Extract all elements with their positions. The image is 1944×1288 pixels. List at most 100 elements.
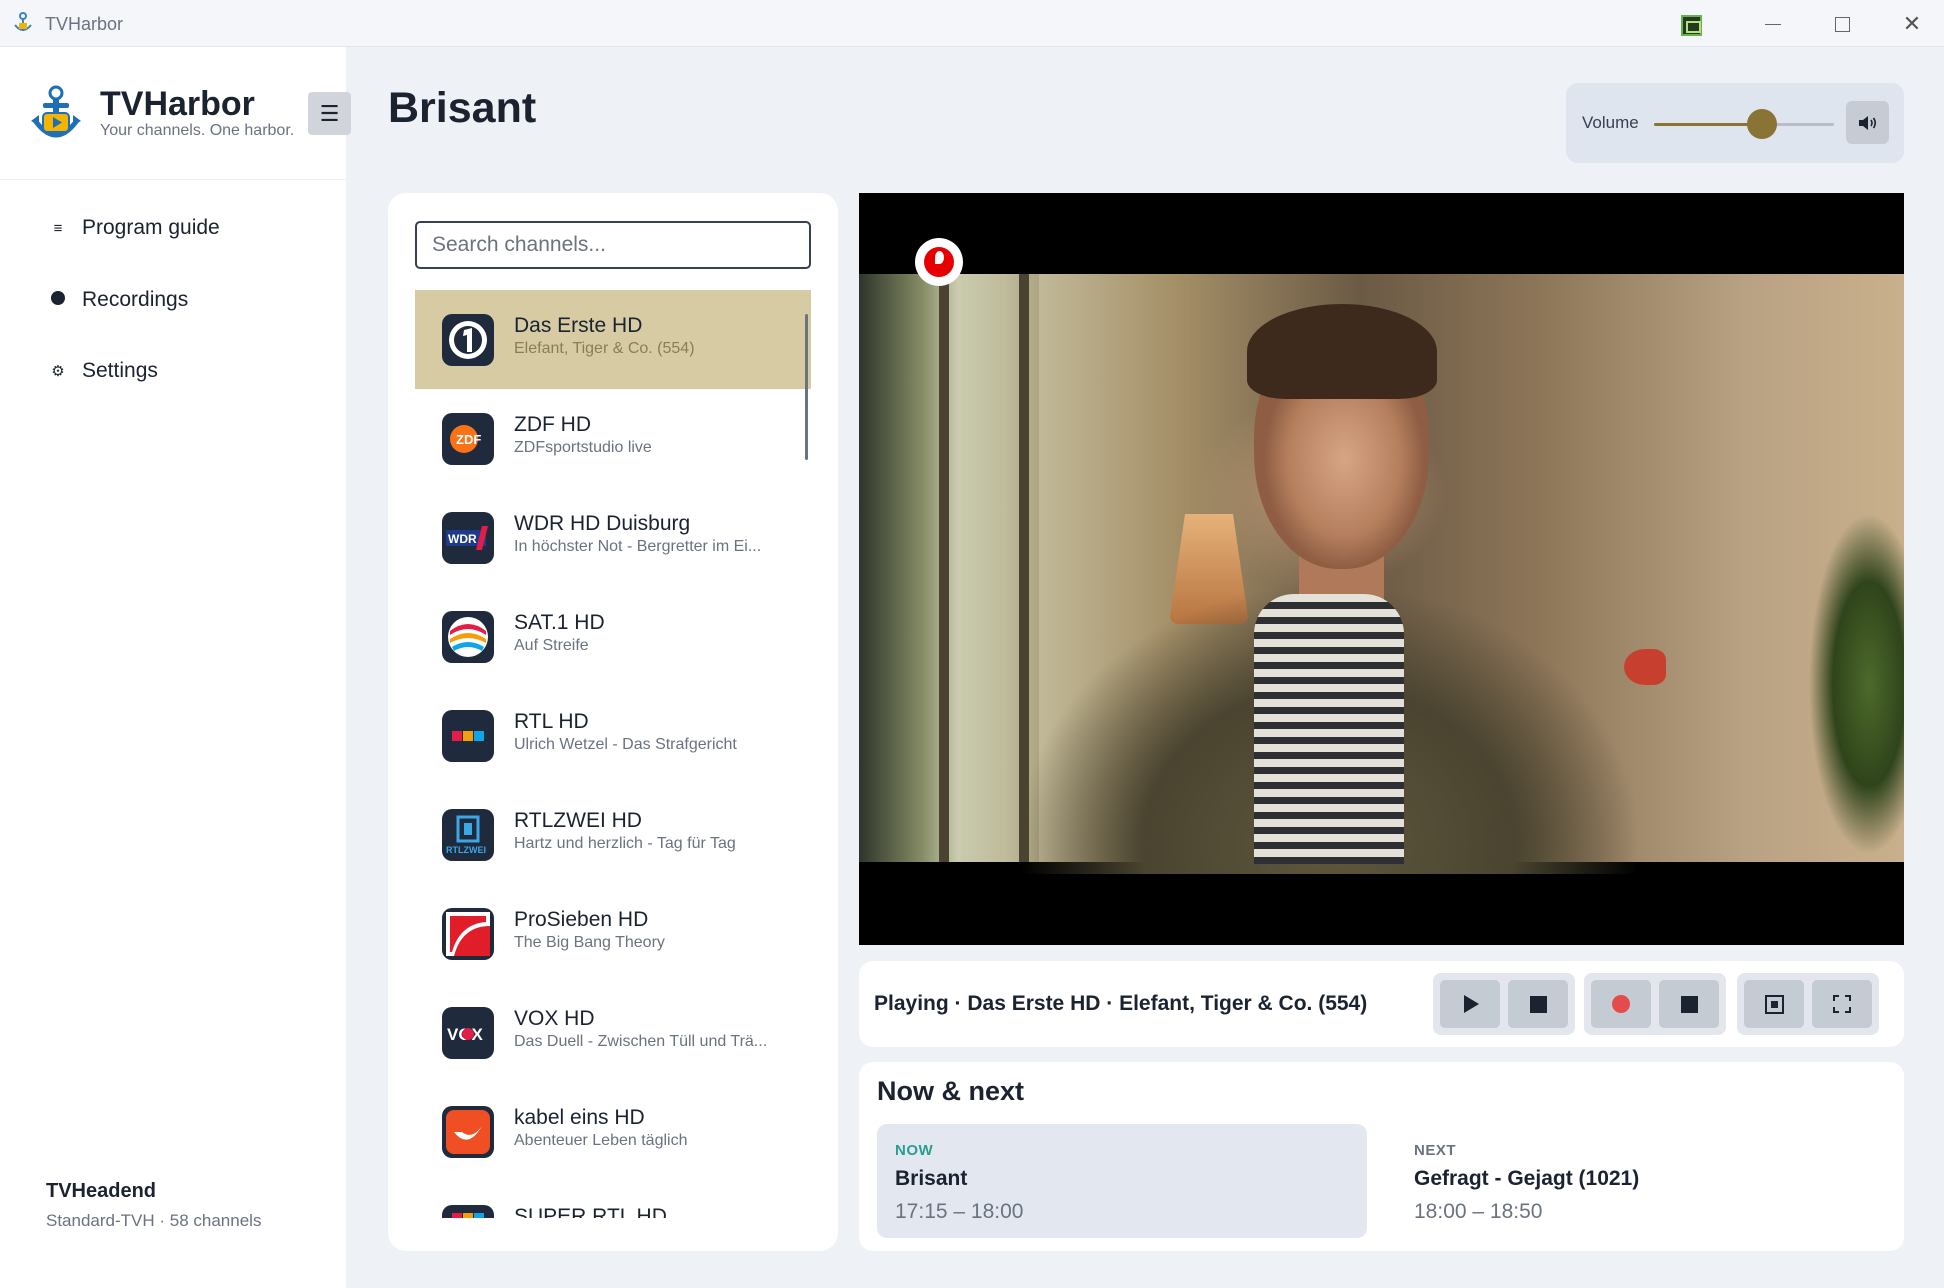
nav-item-recordings[interactable]: Recordings xyxy=(0,272,346,328)
channel-row[interactable]: SAT.1 HD Auf Streife xyxy=(415,587,811,686)
mute-button[interactable] xyxy=(1846,101,1889,144)
picture-in-picture-button[interactable] xyxy=(1744,980,1804,1028)
channel-name: SAT.1 HD xyxy=(514,611,605,634)
speaker-icon xyxy=(1858,115,1876,130)
channel-program: Ulrich Wetzel - Das Strafgericht xyxy=(514,736,737,753)
volume-control: Volume xyxy=(1566,83,1904,163)
nav-item-program-guide[interactable]: ≡ Program guide xyxy=(0,200,346,256)
nav-label-program-guide: Program guide xyxy=(82,216,220,239)
volume-label: Volume xyxy=(1582,113,1639,132)
title-bar: TVHarbor ✕ xyxy=(0,0,1944,47)
channel-list-scrollbar[interactable] xyxy=(805,314,808,460)
picture-in-picture-icon xyxy=(1764,994,1784,1014)
monitor-tray-icon[interactable] xyxy=(1681,15,1702,36)
prosieben-logo-icon xyxy=(442,908,494,960)
now-show-time: 17:15 – 18:00 xyxy=(895,1200,1024,1223)
nav-label-recordings: Recordings xyxy=(82,288,189,311)
now-tag: NOW xyxy=(895,1142,934,1159)
stop-recording-button[interactable] xyxy=(1659,980,1719,1028)
recording-controls xyxy=(1584,973,1726,1035)
channel-name: RTLZWEI HD xyxy=(514,809,642,832)
playback-controls xyxy=(1433,973,1575,1035)
window-title: TVHarbor xyxy=(45,14,124,34)
channel-panel: Das Erste HD Elefant, Tiger & Co. (554) ZD… xyxy=(388,193,838,1251)
maximize-button[interactable] xyxy=(1812,8,1872,40)
record-button[interactable] xyxy=(1591,980,1651,1028)
channel-program: Abenteuer Leben täglich xyxy=(514,1132,688,1149)
svg-text:RTLZWEI: RTLZWEI xyxy=(446,845,486,855)
playing-status: Playing · Das Erste HD · Elefant, Tiger … xyxy=(874,992,1368,1015)
brand-name: TVHarbor xyxy=(100,85,255,123)
now-next-panel: Now & next NOW Brisant 17:15 – 18:00 NEX… xyxy=(859,1062,1904,1251)
channel-row[interactable]: RTL HD Ulrich Wetzel - Das Strafgericht xyxy=(415,686,811,785)
volume-slider-thumb[interactable] xyxy=(1747,109,1777,139)
gear-icon: ⚙ xyxy=(51,363,65,380)
channel-list: Das Erste HD Elefant, Tiger & Co. (554) ZD… xyxy=(415,290,811,1218)
brand-tagline: Your channels. One harbor. xyxy=(100,122,295,139)
maximize-icon xyxy=(1834,16,1850,32)
record-dot-icon xyxy=(48,291,68,309)
channel-row[interactable]: ProSieben HD The Big Bang Theory xyxy=(415,884,811,983)
channel-program: Das Duell - Zwischen Tüll und Trä... xyxy=(514,1033,768,1050)
channel-row[interactable]: kabel eins HD Abenteuer Leben täglich xyxy=(415,1082,811,1181)
server-info: Standard-TVH · 58 channels xyxy=(46,1211,262,1230)
play-icon xyxy=(1464,995,1479,1013)
stop-recording-icon xyxy=(1680,995,1698,1013)
nav-item-settings[interactable]: ⚙ Settings xyxy=(0,343,346,399)
now-next-title: Now & next xyxy=(877,1076,1025,1106)
channel-row[interactable]: SUPER RTL HD xyxy=(415,1181,811,1218)
next-tag: NEXT xyxy=(1414,1142,1457,1159)
next-card: NEXT Gefragt - Gejagt (1021) 18:00 – 18:… xyxy=(1396,1124,1886,1238)
menu-toggle-button[interactable]: ☰ xyxy=(308,92,351,135)
minimize-icon xyxy=(1765,23,1781,25)
logo-text: ZDF xyxy=(456,432,481,447)
view-controls xyxy=(1737,973,1879,1035)
now-card: NOW Brisant 17:15 – 18:00 xyxy=(877,1124,1367,1238)
rtlzwei-logo-icon: RTLZWEI xyxy=(442,809,494,861)
channel-name: ProSieben HD xyxy=(514,908,649,931)
broadcaster-logo-icon xyxy=(915,238,963,286)
nav-label-settings: Settings xyxy=(82,359,158,382)
channel-program: Elefant, Tiger & Co. (554) xyxy=(514,340,695,357)
channel-row[interactable]: Das Erste HD Elefant, Tiger & Co. (554) xyxy=(415,290,811,389)
next-show-title: Gefragt - Gejagt (1021) xyxy=(1414,1167,1640,1190)
search-input[interactable] xyxy=(415,221,811,269)
volume-fill xyxy=(1654,123,1762,126)
rtl-logo-icon xyxy=(442,710,494,762)
channel-program: Hartz und herzlich - Tag für Tag xyxy=(514,835,736,852)
svg-text:WDR: WDR xyxy=(448,532,477,546)
close-icon: ✕ xyxy=(1902,11,1922,36)
channel-row[interactable]: RTLZWEI RTLZWEI HD Hartz und herzlich - Ta… xyxy=(415,785,811,884)
playback-bar: Playing · Das Erste HD · Elefant, Tiger … xyxy=(859,961,1904,1047)
play-button[interactable] xyxy=(1440,980,1500,1028)
stop-button[interactable] xyxy=(1508,980,1568,1028)
channel-program: Auf Streife xyxy=(514,637,589,654)
video-player[interactable] xyxy=(859,193,1904,945)
channel-name: RTL HD xyxy=(514,710,589,733)
server-name: TVHeadend xyxy=(46,1180,157,1202)
wdr-logo-icon: WDR xyxy=(442,512,494,564)
channel-row[interactable]: ZDF ZDF HD ZDFsportstudio live xyxy=(415,389,811,488)
video-frame xyxy=(859,274,1904,874)
vox-logo-icon: VOX xyxy=(442,1007,494,1059)
sat1-logo-icon xyxy=(442,611,494,663)
channel-row[interactable]: WDR WDR HD Duisburg In höchster Not - Berg… xyxy=(415,488,811,587)
fullscreen-button[interactable] xyxy=(1812,980,1872,1028)
minimize-button[interactable] xyxy=(1743,8,1803,40)
now-show-title: Brisant xyxy=(895,1167,968,1190)
close-button[interactable]: ✕ xyxy=(1882,8,1942,40)
channel-row[interactable]: VOX VOX HD Das Duell - Zwischen Tüll und T… xyxy=(415,983,811,1082)
das-erste-logo-icon xyxy=(442,314,494,366)
sidebar-divider xyxy=(0,179,346,180)
channel-program: The Big Bang Theory xyxy=(514,934,665,951)
volume-slider[interactable] xyxy=(1654,109,1834,139)
channel-name: SUPER RTL HD xyxy=(514,1205,667,1218)
channel-name: kabel eins HD xyxy=(514,1106,645,1129)
app-icon xyxy=(14,12,32,31)
fullscreen-icon xyxy=(1833,995,1851,1013)
sidebar: TVHarbor Your channels. One harbor. ☰ ≡ … xyxy=(0,47,351,1288)
anchor-logo-icon xyxy=(31,85,81,138)
channel-name: VOX HD xyxy=(514,1007,595,1030)
record-icon xyxy=(1612,995,1630,1013)
next-show-time: 18:00 – 18:50 xyxy=(1414,1200,1543,1223)
